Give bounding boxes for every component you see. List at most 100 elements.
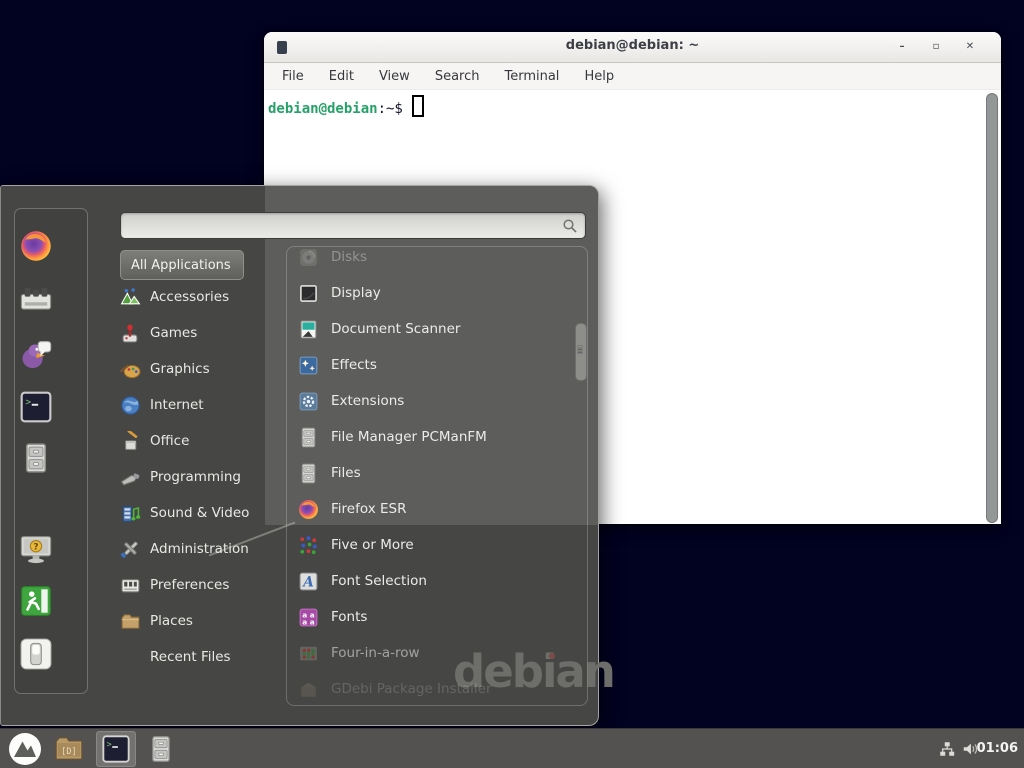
menu-file[interactable]: File — [282, 69, 304, 84]
terminal-icon: > — [101, 734, 131, 764]
programming-icon — [120, 467, 141, 488]
favorite-shutdown[interactable] — [17, 635, 55, 673]
favorite-terminal[interactable]: > — [17, 388, 55, 426]
log-out-icon — [19, 584, 53, 618]
favorite-settings[interactable] — [17, 281, 55, 319]
taskbar-file-manager[interactable]: [D] — [52, 732, 86, 766]
app-four-in-a-row[interactable]: Four-in-a-row — [297, 635, 577, 671]
application-list: Disks Display Document Scanner — [286, 246, 588, 706]
app-effects[interactable]: Effects — [297, 347, 577, 383]
administration-icon — [120, 539, 141, 560]
files-icon — [297, 462, 320, 485]
svg-text:>: > — [25, 397, 31, 408]
app-list-scrollbar-thumb[interactable] — [575, 323, 587, 381]
favorite-lock-screen[interactable]: ? — [17, 530, 55, 568]
category-graphics[interactable]: Graphics — [120, 351, 280, 387]
network-icon[interactable] — [938, 740, 956, 758]
shell-prompt: debian@debian:~$ — [268, 95, 424, 117]
app-label: File Manager PCManFM — [331, 429, 487, 445]
desktop: debian@debian: ~ – ▫ ✕ File Edit View Se… — [0, 0, 1024, 768]
folder-icon: [D] — [53, 733, 85, 765]
category-sound-video[interactable]: Sound & Video — [120, 495, 280, 531]
clock[interactable]: 01:06 — [977, 741, 1018, 756]
terminal-icon: > — [19, 390, 53, 424]
menu-terminal[interactable]: Terminal — [504, 69, 559, 84]
svg-text:>: > — [107, 739, 112, 749]
accessories-icon — [120, 287, 141, 308]
category-label: Sound & Video — [150, 505, 249, 521]
category-administration[interactable]: Administration — [120, 531, 280, 567]
file-cabinet-icon — [146, 734, 176, 764]
app-extensions[interactable]: Extensions — [297, 383, 577, 419]
app-document-scanner[interactable]: Document Scanner — [297, 311, 577, 347]
category-games[interactable]: Games — [120, 315, 280, 351]
svg-text:?: ? — [33, 543, 38, 553]
category-label: Recent Files — [150, 649, 231, 665]
close-button[interactable]: ✕ — [961, 39, 979, 55]
five-or-more-icon — [297, 534, 320, 557]
category-label: Places — [150, 613, 193, 629]
category-label: Programming — [150, 469, 241, 485]
app-label: Display — [331, 285, 381, 301]
app-fonts[interactable]: a a a a Fonts — [297, 599, 577, 635]
category-label: Graphics — [150, 361, 210, 377]
category-accessories[interactable]: Accessories — [120, 279, 280, 315]
firefox-icon — [18, 228, 54, 264]
app-disks[interactable]: Disks — [297, 246, 577, 275]
svg-text:A: A — [301, 574, 314, 590]
maximize-button[interactable]: ▫ — [927, 39, 945, 55]
favorite-firefox[interactable] — [17, 227, 55, 265]
app-file-manager-pcmanfm[interactable]: File Manager PCManFM — [297, 419, 577, 455]
search-input[interactable] — [127, 216, 561, 237]
places-icon — [120, 611, 141, 632]
minimize-button[interactable]: – — [893, 39, 911, 55]
app-label: Firefox ESR — [331, 501, 406, 517]
category-label: Accessories — [150, 289, 229, 305]
terminal-scrollbar[interactable] — [986, 92, 999, 522]
taskbar-terminal-active[interactable]: > — [96, 731, 136, 767]
preferences-icon — [120, 575, 141, 596]
taskbar-files[interactable] — [144, 732, 178, 766]
app-five-or-more[interactable]: Five or More — [297, 527, 577, 563]
category-label: Administration — [150, 541, 249, 557]
menu-button[interactable] — [8, 732, 42, 766]
disks-icon — [297, 246, 320, 269]
category-preferences[interactable]: Preferences — [120, 567, 280, 603]
app-font-selection[interactable]: A Font Selection — [297, 563, 577, 599]
category-office[interactable]: Office — [120, 423, 280, 459]
pidgin-icon — [18, 336, 54, 372]
app-firefox-esr[interactable]: Firefox ESR — [297, 491, 577, 527]
font-selection-icon: A — [297, 570, 320, 593]
app-label: GDebi Package Installer — [331, 681, 492, 697]
terminal-titlebar[interactable]: debian@debian: ~ – ▫ ✕ — [264, 32, 1001, 63]
document-scanner-icon — [297, 318, 320, 341]
category-internet[interactable]: Internet — [120, 387, 280, 423]
app-gdebi-package-installer[interactable]: GDebi Package Installer — [297, 671, 577, 706]
terminal-window-title: debian@debian: ~ — [264, 38, 1001, 53]
menu-view[interactable]: View — [379, 69, 410, 84]
favorite-files[interactable] — [17, 439, 55, 477]
favorite-log-out[interactable] — [17, 582, 55, 620]
lock-screen-icon: ? — [18, 531, 54, 567]
app-label: Five or More — [331, 537, 414, 553]
app-label: Fonts — [331, 609, 367, 625]
category-label: Preferences — [150, 577, 229, 593]
favorite-pidgin[interactable] — [17, 335, 55, 373]
app-label: Effects — [331, 357, 377, 373]
menu-edit[interactable]: Edit — [329, 69, 354, 84]
terminal-scrollbar-thumb[interactable] — [986, 93, 998, 523]
app-label: Document Scanner — [331, 321, 460, 337]
terminal-cursor — [412, 95, 424, 117]
firefox-icon — [297, 498, 320, 521]
category-places[interactable]: Places — [120, 603, 280, 639]
menu-search[interactable]: Search — [435, 69, 480, 84]
display-icon — [297, 282, 320, 305]
app-files[interactable]: Files — [297, 455, 577, 491]
menu-help[interactable]: Help — [584, 69, 614, 84]
app-label: Font Selection — [331, 573, 427, 589]
category-all-applications[interactable]: All Applications — [120, 250, 244, 280]
app-display[interactable]: Display — [297, 275, 577, 311]
fonts-icon: a a a a — [297, 606, 320, 629]
category-recent-files[interactable]: Recent Files — [120, 639, 280, 675]
category-programming[interactable]: Programming — [120, 459, 280, 495]
